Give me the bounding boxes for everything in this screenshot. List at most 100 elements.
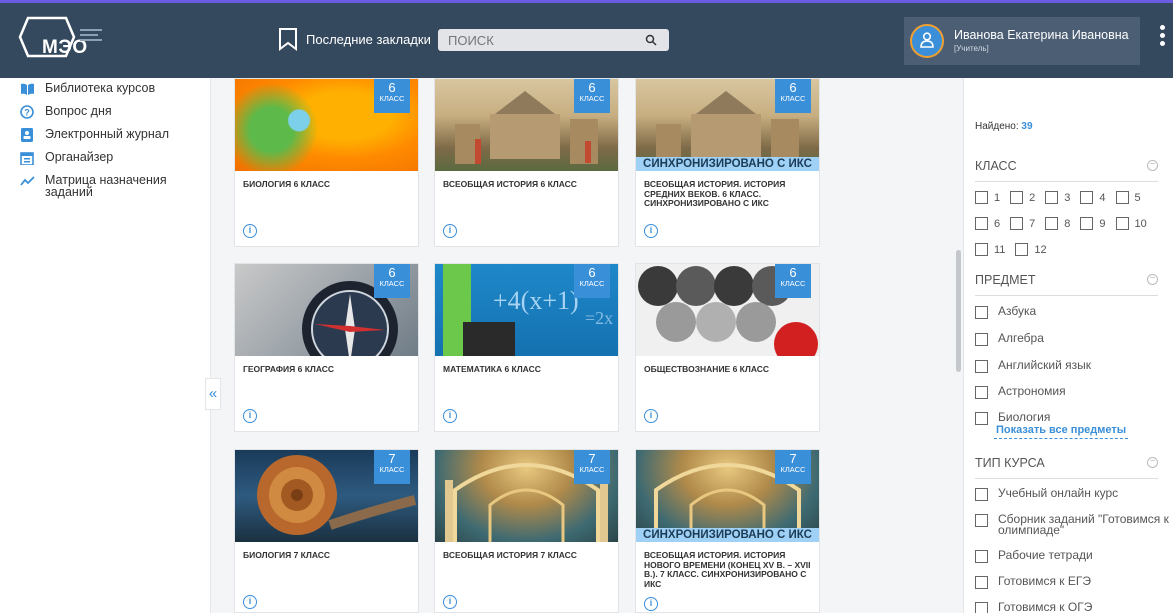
grade-ribbon: 6 КЛАСС (775, 79, 811, 113)
type-checkbox[interactable]: Готовимся к ЕГЭ (975, 575, 1091, 589)
subject-checkbox[interactable]: Азбука (975, 305, 1036, 319)
grade-checkbox[interactable]: 10 (1115, 217, 1147, 230)
question-icon: ? (20, 105, 34, 119)
sidebar: Библиотека курсов ? Вопрос дня Электронн… (0, 78, 211, 613)
course-card[interactable]: 6 КЛАСС ВСЕОБЩАЯ ИСТОРИЯ 6 КЛАСС i (434, 78, 619, 247)
collapse-sidebar-button[interactable]: « (205, 378, 221, 410)
close-filters-icon[interactable]: × (1052, 78, 1062, 84)
sync-banner: СИНХРОНИЗИРОВАНО С ИКС (636, 157, 819, 171)
show-all-subjects-link[interactable]: Показать все предметы (994, 424, 1129, 439)
grade-row-3: 11 12 (975, 243, 1051, 256)
grade-ribbon: 7 КЛАСС (374, 450, 410, 484)
course-image-cathedral: 7 КЛАСС (435, 450, 618, 542)
subject-checkbox[interactable]: Английский язык (975, 359, 1091, 373)
course-card[interactable]: 6 КЛАСС ГЕОГРАФИЯ 6 КЛАСС i (234, 263, 419, 432)
grade-checkbox[interactable]: 1 (975, 191, 1000, 204)
svg-text:?: ? (24, 108, 30, 118)
course-title: ВСЕОБЩАЯ ИСТОРИЯ. ИСТОРИЯ СРЕДНИХ ВЕКОВ.… (644, 179, 786, 208)
sidebar-item-label: Органайзер (45, 150, 114, 164)
course-title: ВСЕОБЩАЯ ИСТОРИЯ 6 КЛАСС (443, 179, 577, 189)
grade-checkbox[interactable]: 8 (1045, 217, 1070, 230)
user-icon (920, 32, 934, 48)
info-icon[interactable]: i (443, 409, 457, 423)
user-profile[interactable]: Иванова Екатерина Ивановна [Учитель] (904, 17, 1140, 65)
info-icon[interactable]: i (644, 224, 658, 238)
user-role: [Учитель] (954, 44, 989, 53)
grade-ribbon: 7 КЛАСС (574, 450, 610, 484)
grade-checkbox[interactable]: 2 (1010, 191, 1035, 204)
type-checkbox[interactable]: Рабочие тетради (975, 549, 1093, 563)
info-icon[interactable]: i (243, 595, 257, 609)
grade-checkbox[interactable]: 7 (1010, 217, 1035, 230)
grade-checkbox[interactable]: 6 (975, 217, 1000, 230)
search-input[interactable] (438, 29, 638, 51)
grade-ribbon: 6 КЛАСС (775, 264, 811, 298)
type-checkbox[interactable]: Готовимся к ОГЭ (975, 601, 1092, 613)
grade-checkbox[interactable]: 4 (1080, 191, 1106, 204)
grade-ribbon: 7 КЛАСС (775, 450, 811, 484)
avatar[interactable] (910, 24, 944, 58)
course-image-cathedral: 7 КЛАСС СИНХРОНИЗИРОВАНО С ИКС (636, 450, 819, 542)
sync-banner: СИНХРОНИЗИРОВАНО С ИКС (636, 528, 819, 542)
sidebar-item-matrix[interactable]: Матрица назначения заданий (20, 174, 170, 198)
grade-checkbox[interactable]: 9 (1080, 217, 1106, 230)
info-icon[interactable]: i (243, 409, 257, 423)
subject-checkbox[interactable]: Астрономия (975, 385, 1066, 399)
collapse-icon: − (1147, 274, 1158, 285)
svg-text:=2x: =2x (585, 308, 613, 328)
sidebar-item-journal[interactable]: Электронный журнал (20, 128, 169, 142)
search-icon[interactable] (645, 34, 657, 46)
course-card[interactable]: 6 КЛАСС ОБЩЕСТВОЗНАНИЕ 6 КЛАСС i (635, 263, 820, 432)
info-icon[interactable]: i (443, 224, 457, 238)
course-title: ГЕОГРАФИЯ 6 КЛАСС (243, 364, 335, 374)
course-card[interactable]: 7 КЛАСС БИОЛОГИЯ 7 КЛАСС i (234, 449, 419, 613)
info-icon[interactable]: i (644, 597, 658, 611)
recent-bookmarks-button[interactable]: Последние закладки (278, 27, 431, 51)
course-card[interactable]: +4(x+1) =2x 6 КЛАСС МАТЕМАТИКА 6 КЛАСС i (434, 263, 619, 432)
calendar-icon (20, 152, 34, 165)
info-icon[interactable]: i (443, 595, 457, 609)
course-title: БИОЛОГИЯ 7 КЛАСС (243, 550, 331, 560)
sidebar-item-label: Библиотека курсов (45, 81, 156, 95)
course-card[interactable]: 6 КЛАСС СИНХРОНИЗИРОВАНО С ИКС ВСЕОБЩАЯ И… (635, 78, 820, 247)
user-name: Иванова Екатерина Ивановна (954, 28, 1129, 42)
more-menu-icon[interactable] (1158, 25, 1166, 53)
course-card[interactable]: 7 КЛАСС ВСЕОБЩАЯ ИСТОРИЯ 7 КЛАСС i (434, 449, 619, 613)
course-image-history: 6 КЛАСС (435, 79, 618, 171)
course-image-math: +4(x+1) =2x 6 КЛАСС (435, 264, 618, 356)
course-image-history: 6 КЛАСС СИНХРОНИЗИРОВАНО С ИКС (636, 79, 819, 171)
subject-checkbox[interactable]: Алгебра (975, 332, 1044, 346)
grade-ribbon: 6 КЛАСС (574, 264, 610, 298)
grade-ribbon: 6 КЛАСС (374, 79, 410, 113)
sidebar-item-organizer[interactable]: Органайзер (20, 151, 113, 165)
course-type-section-header[interactable]: ТИП КУРСА − (975, 456, 1158, 479)
subject-section-header[interactable]: ПРЕДМЕТ − (975, 273, 1158, 296)
course-title: ВСЕОБЩАЯ ИСТОРИЯ 7 КЛАСС (443, 550, 577, 560)
sidebar-item-label: Электронный журнал (45, 127, 170, 141)
grade-checkbox[interactable]: 3 (1045, 191, 1070, 204)
sidebar-item-question[interactable]: ? Вопрос дня (20, 105, 112, 119)
type-checkbox[interactable]: Сборник заданий "Готовимся к олимпиаде" (975, 513, 1170, 536)
search-box[interactable] (438, 29, 669, 51)
sidebar-item-label: Вопрос дня (45, 104, 112, 118)
filter-panel: × Найдено: 39 КЛАСС− 1 2 3 4 5 6 7 8 9 1… (963, 78, 1173, 613)
grade-row-1: 1 2 3 4 5 (975, 191, 1145, 204)
course-card[interactable]: 6 КЛАСС БИОЛОГИЯ 6 КЛАСС i (234, 78, 419, 247)
grade-checkbox[interactable]: 5 (1115, 191, 1141, 204)
main-scrollbar[interactable] (956, 250, 961, 372)
info-icon[interactable]: i (243, 224, 257, 238)
info-icon[interactable]: i (644, 409, 658, 423)
sidebar-item-library[interactable]: Библиотека курсов (20, 82, 155, 96)
top-header: МЭО Последние закладки Иванова Екатерина… (0, 0, 1173, 78)
bookmark-icon (279, 28, 297, 51)
course-card[interactable]: 7 КЛАСС СИНХРОНИЗИРОВАНО С ИКС ВСЕОБЩАЯ И… (635, 449, 820, 613)
grade-section-header[interactable]: КЛАСС − (975, 159, 1158, 182)
grade-checkbox[interactable]: 12 (1015, 243, 1047, 256)
sidebar-item-label: Матрица назначения заданий (45, 173, 167, 199)
logo[interactable]: МЭО (18, 16, 87, 58)
svg-text:+4(x+1): +4(x+1) (493, 286, 579, 315)
collapse-icon: − (1147, 160, 1158, 171)
type-checkbox[interactable]: Учебный онлайн курс (975, 487, 1118, 501)
grade-checkbox[interactable]: 11 (975, 243, 1005, 256)
journal-icon (21, 128, 33, 142)
